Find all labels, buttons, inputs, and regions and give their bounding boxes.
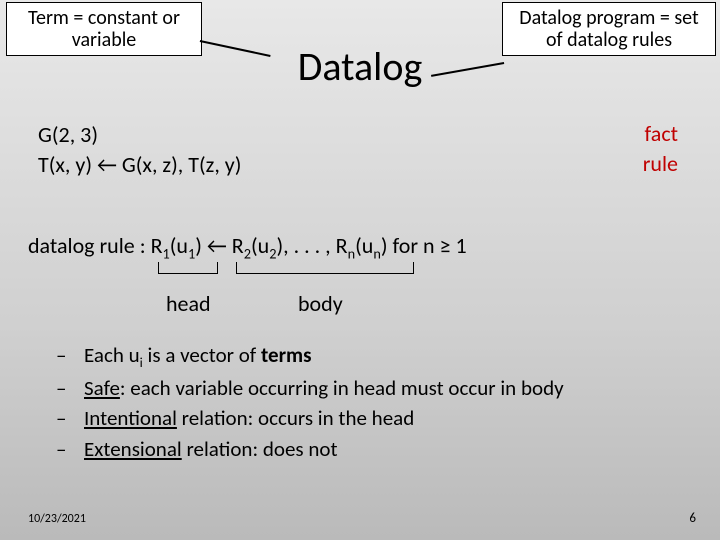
bracket-body: [236, 262, 414, 274]
bullet-1-text: Each ui is a vector of terms: [84, 340, 312, 373]
bullet-1: – Each ui is a vector of terms: [56, 340, 564, 373]
rf-mid2: ), . . . , R: [276, 232, 347, 259]
label-rule: rule: [643, 150, 678, 177]
callout-program-l1: Datalog program = set: [513, 7, 705, 29]
bullet-dash: –: [56, 434, 84, 464]
footer-page: 6: [689, 511, 696, 526]
rf-s6: n: [373, 244, 381, 262]
bullet-4: – Extensional relation: does not: [56, 434, 564, 464]
bracket-head: [158, 262, 218, 274]
rf-s3: 2: [244, 244, 251, 262]
example-fact: G(2, 3): [38, 120, 241, 150]
b1-bold: terms: [261, 342, 312, 368]
footer-date: 10/23/2021: [28, 512, 86, 526]
bullet-3-text: Intentional relation: occurs in the head: [84, 403, 414, 433]
b1-mid: is a vector of: [143, 342, 261, 368]
b3-rest: relation: occurs in the head: [177, 405, 414, 431]
b1-pre: Each u: [84, 342, 140, 368]
rule-form: datalog rule : R1(u1) ← R2(u2), . . . , …: [28, 232, 467, 262]
label-fact: fact: [645, 120, 679, 147]
bullet-dash: –: [56, 403, 84, 433]
bullet-dash: –: [56, 340, 84, 373]
rf-s1: 1: [163, 244, 170, 262]
bullet-2-text: Safe: each variable occurring in head mu…: [84, 373, 564, 403]
rf-o2: (u: [251, 232, 269, 259]
bullet-3: – Intentional relation: occurs in the he…: [56, 403, 564, 433]
bullet-4-text: Extensional relation: does not: [84, 434, 338, 464]
rf-o1: (u: [170, 232, 188, 259]
example-block: G(2, 3) T(x, y) ← G(x, z), T(z, y): [38, 120, 241, 179]
b3-u: Intentional: [84, 405, 177, 431]
rf-tail: ) for n ≥ 1: [381, 232, 467, 259]
b2-rest: : each variable occurring in head must o…: [120, 375, 564, 401]
rf-prefix: datalog rule : R: [28, 232, 163, 259]
rf-mid: ) ← R: [195, 232, 243, 259]
b2-u: Safe: [84, 375, 120, 401]
bullet-dash: –: [56, 373, 84, 403]
b4-rest: relation: does not: [182, 436, 338, 462]
rf-o3: (u: [355, 232, 373, 259]
b4-u: Extensional: [84, 436, 182, 462]
slide-title: Datalog: [0, 42, 720, 91]
bullet-list: – Each ui is a vector of terms – Safe: e…: [56, 340, 564, 464]
label-head: head: [166, 290, 211, 317]
rf-s5: n: [348, 244, 356, 262]
callout-term-l1: Term = constant or: [17, 7, 191, 29]
example-rule: T(x, y) ← G(x, z), T(z, y): [38, 150, 241, 180]
label-body: body: [298, 290, 343, 317]
bullet-2: – Safe: each variable occurring in head …: [56, 373, 564, 403]
